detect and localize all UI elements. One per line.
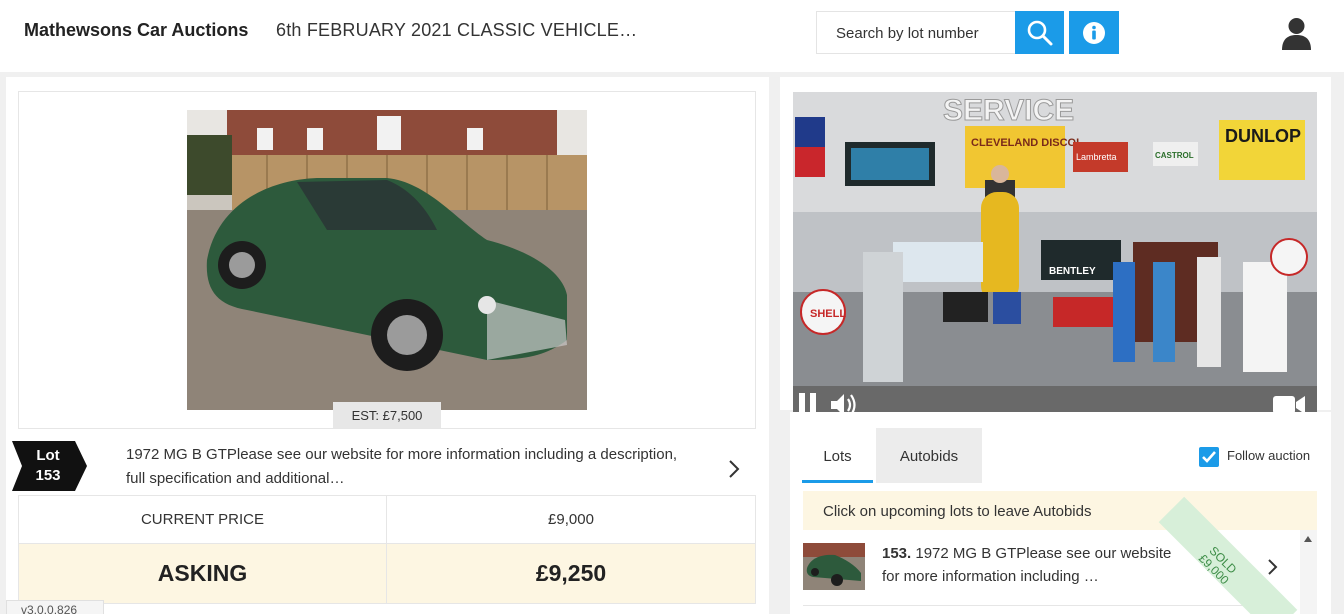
video-sign-service: SERVICE — [943, 94, 1074, 127]
sale-title: 6th FEBRUARY 2021 CLASSIC VEHICLE… — [276, 20, 638, 40]
version-tag: v3.0.0.826 — [6, 600, 104, 614]
chevron-right-icon[interactable] — [1265, 555, 1281, 579]
info-button[interactable] — [1069, 11, 1119, 54]
follow-auction-checkbox[interactable] — [1199, 447, 1219, 467]
chevron-right-icon[interactable] — [724, 457, 744, 481]
video-sign-castrol: CASTROL — [1155, 151, 1194, 160]
autobid-hint: Click on upcoming lots to leave Autobids — [803, 491, 1317, 530]
video-sign-cleveland: CLEVELAND DISCOL — [971, 137, 1083, 149]
brand-name: Mathewsons Car Auctions — [24, 20, 249, 40]
video-sign-bentley: BENTLEY — [1049, 266, 1096, 277]
tab-autobids[interactable]: Autobids — [876, 428, 982, 483]
current-price-row: CURRENT PRICE £9,000 — [19, 496, 755, 544]
lot-photo[interactable] — [187, 110, 587, 410]
estimate-badge: EST: £7,500 — [333, 402, 441, 428]
lot-list-item-text: 153. 1972 MG B GTPlease see our website … — [882, 542, 1192, 588]
checkmark-icon — [1202, 451, 1216, 463]
user-icon[interactable] — [1280, 16, 1313, 50]
lot-search-input[interactable]: Search by lot number — [816, 11, 1015, 54]
search-icon — [1027, 20, 1052, 45]
scroll-up-arrow-icon[interactable] — [1303, 535, 1313, 543]
top-header: Mathewsons Car Auctions 6th FEBRUARY 202… — [0, 0, 1344, 72]
video-sign-lambretta: Lambretta — [1076, 152, 1117, 162]
search-button[interactable] — [1015, 11, 1064, 54]
current-price-value: £9,000 — [548, 511, 594, 528]
lot-badge-number: 153 — [35, 467, 61, 484]
tab-lots[interactable]: Lots — [802, 428, 873, 483]
asking-price-row: ASKING £9,250 — [19, 544, 755, 603]
follow-auction-label[interactable]: Follow auction — [1227, 448, 1310, 463]
current-price-label: CURRENT PRICE — [140, 511, 265, 528]
lot-thumbnail — [803, 543, 865, 590]
video-sign-dunlop: DUNLOP — [1225, 126, 1301, 146]
live-video-stream[interactable]: SERVICE CLEVELAND DISCOL DUNLOP Lambrett… — [793, 92, 1317, 424]
lot-badge-label: Lot — [36, 447, 60, 464]
lot-number-badge: Lot 153 — [12, 441, 87, 491]
lot-description: 1972 MG B GTPlease see our website for m… — [126, 446, 678, 487]
asking-label: ASKING — [157, 560, 248, 586]
video-sign-shell: SHELL — [810, 308, 846, 320]
info-icon — [1083, 21, 1105, 44]
lot-list-item-title: 1972 MG B GTPlease see our website for m… — [882, 545, 1172, 585]
price-table: CURRENT PRICE £9,000 ASKING £9,250 — [18, 495, 756, 604]
asking-price-value: £9,250 — [535, 560, 607, 586]
lot-list-item-number: 153. — [882, 545, 912, 562]
